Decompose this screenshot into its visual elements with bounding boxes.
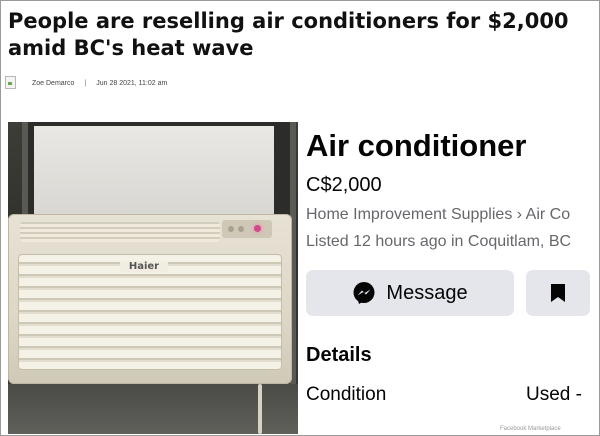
condition-label: Condition bbox=[306, 384, 387, 405]
ac-button bbox=[228, 226, 234, 232]
source-watermark: Facebook Marketplace bbox=[500, 426, 561, 432]
message-button-label: Message bbox=[386, 281, 468, 304]
condition-value: Used - bbox=[526, 384, 582, 405]
article-byline: Zoe Demarco | Jun 28 2021, 11:02 am bbox=[4, 74, 167, 92]
floor bbox=[8, 384, 298, 434]
brand-logo: Haier bbox=[120, 261, 168, 272]
ac-control-panel bbox=[222, 220, 272, 238]
ac-button bbox=[238, 226, 244, 232]
listing-title: Air conditioner bbox=[306, 128, 527, 163]
category-breadcrumb[interactable]: Home Improvement Supplies › Air Co bbox=[306, 206, 570, 224]
details-heading: Details bbox=[306, 344, 372, 366]
messenger-icon bbox=[353, 282, 375, 304]
bookmark-icon bbox=[551, 284, 565, 302]
listing-photo: Haier bbox=[8, 122, 298, 434]
marketplace-screenshot: Haier Air conditioner C$2,000 Home Impro… bbox=[8, 122, 598, 434]
air-conditioner-unit bbox=[8, 214, 292, 384]
listing-price: C$2,000 bbox=[306, 174, 382, 196]
message-button[interactable]: Message bbox=[306, 270, 514, 316]
byline-separator: | bbox=[84, 79, 87, 87]
listing-details-panel: Air conditioner C$2,000 Home Improvement… bbox=[304, 122, 598, 434]
ac-top-grille bbox=[20, 222, 220, 242]
publish-date: Jun 28 2021, 11:02 am bbox=[96, 79, 168, 87]
save-button[interactable] bbox=[526, 270, 590, 316]
broken-image-icon bbox=[4, 76, 18, 90]
power-cord bbox=[258, 384, 262, 434]
listing-location: Listed 12 hours ago in Coquitlam, BC bbox=[306, 233, 572, 250]
article-headline: People are reselling air conditioners fo… bbox=[8, 9, 569, 60]
window-pane bbox=[34, 126, 274, 214]
ac-power-light bbox=[254, 225, 261, 232]
author-name[interactable]: Zoe Demarco bbox=[32, 80, 74, 87]
